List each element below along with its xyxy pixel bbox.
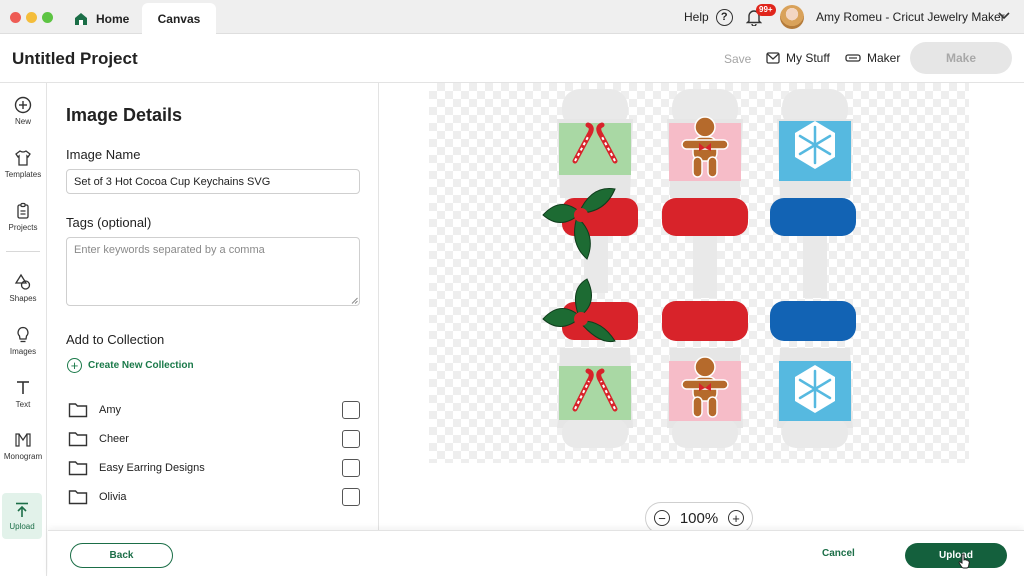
tags-label: Tags (optional) — [66, 215, 152, 230]
collection-checkbox[interactable] — [342, 430, 360, 448]
image-preview-area — [380, 83, 1024, 530]
zoom-out-button[interactable]: − — [654, 510, 670, 526]
zoom-level: 100% — [679, 509, 719, 527]
collection-name: Cheer — [99, 433, 129, 445]
nav-templates-label: Templates — [4, 170, 42, 179]
resize-handle-icon[interactable] — [351, 297, 358, 304]
collection-name: Olivia — [99, 491, 127, 503]
monogram-icon — [15, 433, 31, 447]
my-stuff-button[interactable]: My Stuff — [766, 51, 830, 65]
folder-icon — [68, 432, 88, 447]
create-collection-button[interactable]: + Create New Collection — [67, 358, 194, 373]
maximize-window-button[interactable] — [42, 12, 53, 23]
image-details-panel: Image Details Image Name Tags (optional)… — [48, 83, 379, 530]
nav-text-label: Text — [15, 400, 31, 409]
minimize-window-button[interactable] — [26, 12, 37, 23]
question-circle-icon: ? — [715, 8, 733, 26]
plus-circle-icon — [14, 96, 32, 114]
tags-input[interactable] — [66, 237, 360, 306]
back-button[interactable]: Back — [70, 543, 173, 568]
hand-cursor-icon — [958, 553, 970, 569]
close-window-button[interactable] — [10, 12, 21, 23]
nav-templates[interactable]: Templates — [0, 149, 46, 179]
project-header: Untitled Project Save My Stuff Maker Mak… — [0, 34, 1024, 83]
tshirt-icon — [15, 150, 31, 166]
nav-new-label: New — [14, 117, 31, 126]
nav-text[interactable]: Text — [0, 379, 46, 409]
folder-icon — [68, 490, 88, 505]
clipboard-icon — [17, 202, 29, 219]
collection-item[interactable]: Olivia — [68, 487, 360, 507]
maker-label: Maker — [867, 51, 901, 65]
help-label: Help — [684, 10, 709, 24]
nav-projects[interactable]: Projects — [0, 202, 46, 232]
make-button[interactable]: Make — [910, 42, 1012, 74]
nav-monogram-label: Monogram — [3, 452, 43, 461]
my-stuff-label: My Stuff — [786, 51, 830, 65]
window-titlebar: Home Canvas Help ? 99+ Amy Romeu - Cricu… — [0, 0, 1024, 34]
left-toolbar: New Templates Projects Shapes Images Tex… — [0, 83, 47, 576]
chevron-down-icon[interactable] — [998, 11, 1010, 21]
collection-name: Easy Earring Designs — [99, 462, 205, 474]
collection-label: Add to Collection — [66, 332, 165, 347]
nav-upload-label: Upload — [9, 522, 35, 531]
tab-home-label: Home — [96, 11, 130, 26]
nav-shapes[interactable]: Shapes — [0, 273, 46, 303]
machine-icon — [845, 54, 861, 62]
plus-circle-icon: + — [67, 358, 82, 373]
panel-title: Image Details — [66, 105, 183, 125]
nav-projects-label: Projects — [8, 223, 38, 232]
nav-shapes-label: Shapes — [9, 294, 37, 303]
page-title: Untitled Project — [12, 49, 138, 68]
help-button[interactable]: Help ? — [684, 0, 733, 34]
tab-canvas-label: Canvas — [157, 11, 201, 26]
avatar[interactable] — [780, 5, 804, 29]
image-name-label: Image Name — [66, 147, 141, 162]
nav-new[interactable]: New — [0, 96, 46, 126]
maker-button[interactable]: Maker — [845, 51, 900, 65]
nav-divider — [6, 251, 40, 252]
image-name-input[interactable] — [66, 169, 360, 194]
collection-name: Amy — [99, 404, 121, 416]
keychain-design-image — [542, 89, 856, 448]
user-name: Amy Romeu - Cricut Jewelry Maker — [816, 10, 1005, 24]
collection-checkbox[interactable] — [342, 459, 360, 477]
collection-item[interactable]: Cheer — [68, 429, 360, 449]
collection-item[interactable]: Amy — [68, 400, 360, 420]
create-collection-label: Create New Collection — [88, 360, 194, 371]
save-button[interactable]: Save — [724, 52, 751, 66]
home-icon — [75, 12, 87, 25]
nav-images-label: Images — [9, 347, 37, 356]
upload-button[interactable]: Upload — [905, 543, 1007, 568]
envelope-icon — [766, 52, 780, 64]
upload-icon — [16, 502, 28, 517]
collection-checkbox[interactable] — [342, 488, 360, 506]
zoom-in-button[interactable]: + — [728, 510, 744, 526]
collection-checkbox[interactable] — [342, 401, 360, 419]
user-menu[interactable]: Amy Romeu - Cricut Jewelry Maker — [816, 0, 1005, 34]
collection-item[interactable]: Easy Earring Designs — [68, 458, 360, 478]
nav-images[interactable]: Images — [0, 326, 46, 356]
tab-canvas[interactable]: Canvas — [142, 3, 216, 34]
folder-icon — [68, 461, 88, 476]
text-icon — [17, 381, 29, 394]
footer-bar: Back Cancel Upload — [48, 530, 1024, 576]
shapes-icon — [14, 273, 31, 290]
folder-icon — [68, 403, 88, 418]
nav-monogram[interactable]: Monogram — [0, 431, 46, 461]
nav-upload[interactable]: Upload — [2, 493, 42, 539]
notification-badge: 99+ — [756, 4, 776, 16]
tab-home[interactable]: Home — [74, 3, 140, 34]
lightbulb-icon — [17, 326, 29, 343]
cancel-button[interactable]: Cancel — [822, 548, 855, 559]
